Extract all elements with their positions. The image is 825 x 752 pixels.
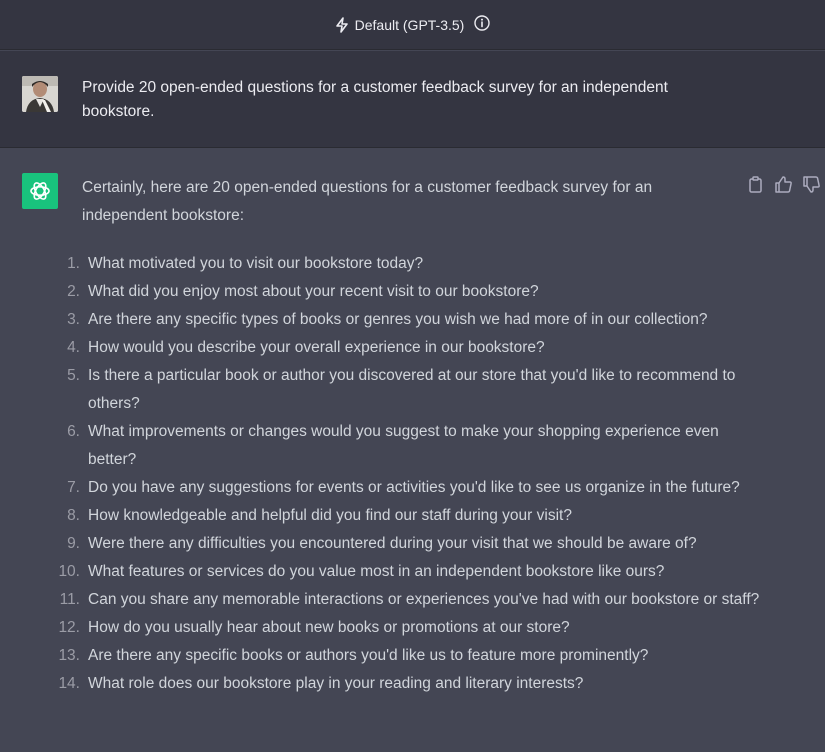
list-item: 5. Is there a particular book or author y… <box>0 362 760 418</box>
list-item: 1. What motivated you to visit our bookst… <box>0 250 760 278</box>
list-item: 11. Can you share any memorable interacti… <box>0 586 760 614</box>
copy-icon[interactable] <box>746 175 765 194</box>
list-item: 14. What role does our bookstore play in … <box>0 670 760 698</box>
list-item: 13. Are there any specific books or autho… <box>0 642 760 670</box>
list-item-text: Were there any difficulties you encounte… <box>88 535 697 552</box>
list-item-text: Is there a particular book or author you… <box>88 367 736 412</box>
chatgpt-logo-icon <box>22 173 58 209</box>
model-label: Default (GPT-3.5) <box>354 16 465 33</box>
list-item-text: What role does our bookstore play in you… <box>88 675 584 692</box>
list-item: 2. What did you enjoy most about your rec… <box>0 278 760 306</box>
list-item-text: Can you share any memorable interactions… <box>88 591 760 608</box>
list-item-number: 10. <box>58 563 80 580</box>
list-item-text: Are there any specific books or authors … <box>88 647 649 664</box>
list-item-text: How would you describe your overall expe… <box>88 339 545 356</box>
info-icon[interactable] <box>474 15 491 34</box>
list-item-number: 9. <box>67 535 80 552</box>
list-item-number: 4. <box>67 339 80 356</box>
list-item: 8. How knowledgeable and helpful did you … <box>0 502 760 530</box>
list-item-text: Do you have any suggestions for events o… <box>88 479 740 496</box>
list-item: 10. What features or services do you valu… <box>0 558 760 586</box>
list-item-text: What improvements or changes would you s… <box>88 423 719 468</box>
list-item: 9. Were there any difficulties you encoun… <box>0 530 760 558</box>
thumbs-down-icon[interactable] <box>802 175 821 194</box>
user-message: Provide 20 open-ended questions for a cu… <box>0 51 825 148</box>
user-message-text: Provide 20 open-ended questions for a cu… <box>82 79 668 120</box>
list-item-text: What features or services do you value m… <box>88 563 665 580</box>
list-item: 7. Do you have any suggestions for events… <box>0 474 760 502</box>
list-item-text: Are there any specific types of books or… <box>88 311 708 328</box>
message-actions <box>746 175 821 194</box>
list-item-number: 6. <box>67 423 80 440</box>
list-item: 12. How do you usually hear about new boo… <box>0 614 760 642</box>
assistant-intro-text: Certainly, here are 20 open-ended questi… <box>82 179 653 224</box>
list-item-number: 2. <box>67 283 80 300</box>
list-item-number: 11. <box>59 591 80 608</box>
list-item-text: How do you usually hear about new books … <box>88 619 570 636</box>
list-item: 4. How would you describe your overall ex… <box>0 334 760 362</box>
list-item-text: What did you enjoy most about your recen… <box>88 283 539 300</box>
list-item-number: 7. <box>67 479 80 496</box>
list-item-number: 5. <box>67 367 80 384</box>
list-item: 3. Are there any specific types of books … <box>0 306 760 334</box>
list-item: 6. What improvements or changes would you… <box>0 418 760 474</box>
list-item-number: 1. <box>67 255 80 272</box>
list-item-number: 13. <box>58 647 80 664</box>
question-list: 1. What motivated you to visit our bookst… <box>0 250 760 698</box>
list-item-number: 12. <box>58 619 80 636</box>
list-item-number: 3. <box>67 311 80 328</box>
model-header: Default (GPT-3.5) <box>0 0 825 50</box>
user-avatar <box>22 76 58 112</box>
list-item-text: How knowledgeable and helpful did you fi… <box>88 507 572 524</box>
list-item-number: 14. <box>58 675 80 692</box>
thumbs-up-icon[interactable] <box>774 175 793 194</box>
list-item-number: 8. <box>67 507 80 524</box>
assistant-message: Certainly, here are 20 open-ended questi… <box>0 149 825 752</box>
list-item-text: What motivated you to visit our bookstor… <box>88 255 424 272</box>
bolt-icon <box>335 16 349 33</box>
